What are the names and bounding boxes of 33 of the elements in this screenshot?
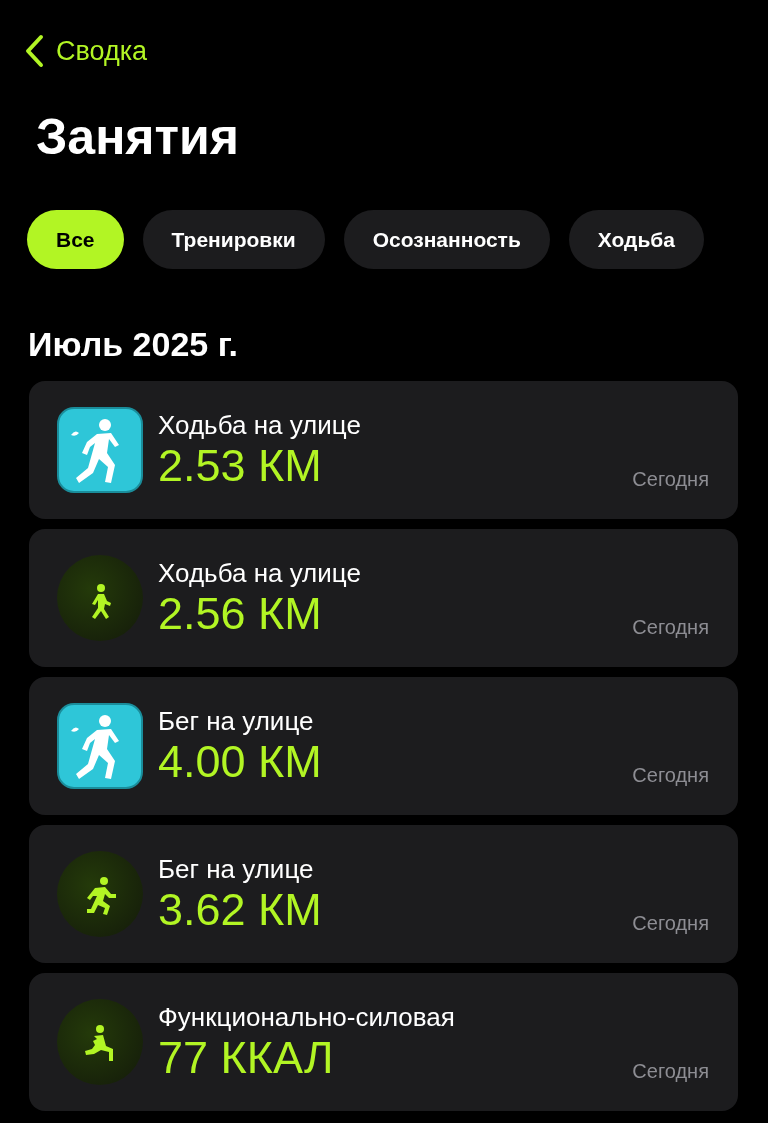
lunge-figure-icon [57, 999, 143, 1085]
back-chevron-icon [24, 34, 44, 68]
activity-name: Функционально-силовая [158, 1001, 456, 1033]
activity-date: Сегодня [632, 468, 709, 491]
activity-name: Ходьба на улице [158, 557, 362, 589]
activity-date: Сегодня [632, 616, 709, 639]
activity-date: Сегодня [632, 764, 709, 787]
filter-chip[interactable]: Осознанность [343, 210, 550, 269]
activity-name: Бег на улице [158, 853, 315, 885]
runner-app-icon [57, 703, 143, 789]
filter-chip[interactable]: Ходьба [568, 210, 704, 269]
filter-chip[interactable]: Тренировки [142, 210, 325, 269]
activity-date: Сегодня [632, 1060, 709, 1083]
activity-date: Сегодня [632, 912, 709, 935]
activity-value: 4.00 КМ [158, 736, 323, 787]
activity-value: 2.56 КМ [158, 588, 323, 639]
activity-card[interactable]: Функционально-силовая 77 ККАЛ Сегодня [29, 973, 738, 1111]
filter-chip[interactable]: Все [27, 210, 124, 269]
activity-card[interactable]: Ходьба на улице 2.56 КМ Сегодня [29, 529, 738, 667]
activity-value: 2.53 КМ [158, 440, 323, 491]
back-link[interactable]: Сводка [0, 0, 148, 68]
activity-card[interactable]: Ходьба на улице 2.53 КМ Сегодня [29, 381, 738, 519]
activity-name: Бег на улице [158, 705, 315, 737]
activity-value: 77 ККАЛ [158, 1032, 335, 1083]
walking-figure-icon [57, 555, 143, 641]
activity-value: 3.62 КМ [158, 884, 323, 935]
activity-name: Ходьба на улице [158, 409, 362, 441]
page-title: Занятия [36, 112, 240, 162]
activity-card[interactable]: Бег на улице 3.62 КМ Сегодня [29, 825, 738, 963]
runner-app-icon [57, 407, 143, 493]
running-figure-icon [57, 851, 143, 937]
section-heading: Июль 2025 г. [28, 327, 239, 361]
activity-card[interactable]: Бег на улице 4.00 КМ Сегодня [29, 677, 738, 815]
